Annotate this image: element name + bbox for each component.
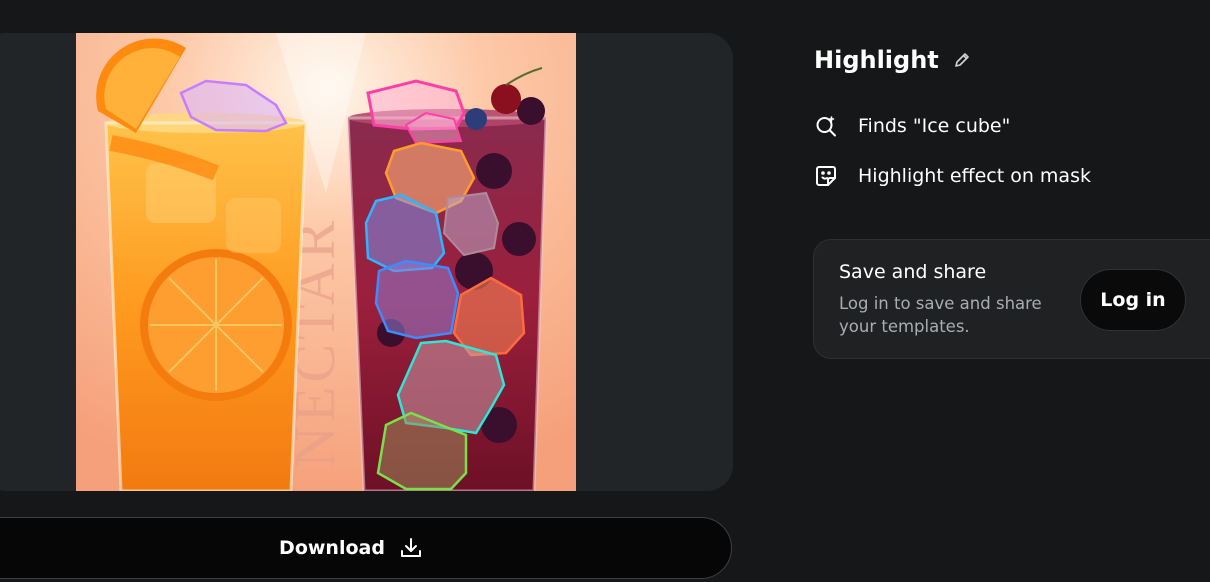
- save-share-description: Log in to save and share your templates.: [839, 294, 1042, 336]
- drinks-photo: NECTAR: [76, 33, 576, 491]
- step-label: Finds "Ice cube": [858, 115, 1011, 137]
- download-button[interactable]: Download: [0, 517, 732, 579]
- download-icon: [399, 536, 423, 560]
- download-label: Download: [279, 537, 385, 559]
- save-share-title: Save and share: [839, 261, 987, 283]
- step-find-ice-cube: Finds "Ice cube": [814, 114, 1010, 138]
- step-label: Highlight effect on mask: [858, 165, 1091, 187]
- pencil-icon[interactable]: [953, 51, 971, 69]
- preview-image: NECTAR: [76, 33, 576, 491]
- panel-header: Highlight: [814, 46, 971, 74]
- step-highlight-effect: Highlight effect on mask: [814, 164, 1091, 188]
- save-share-card: Save and share Log in to save and share …: [813, 239, 1210, 359]
- ice-cube-mask: [374, 259, 460, 340]
- panel-title: Highlight: [814, 46, 939, 74]
- search-sparkle-icon: [814, 114, 838, 138]
- login-button[interactable]: Log in: [1080, 269, 1186, 331]
- sticker-icon: [814, 164, 838, 188]
